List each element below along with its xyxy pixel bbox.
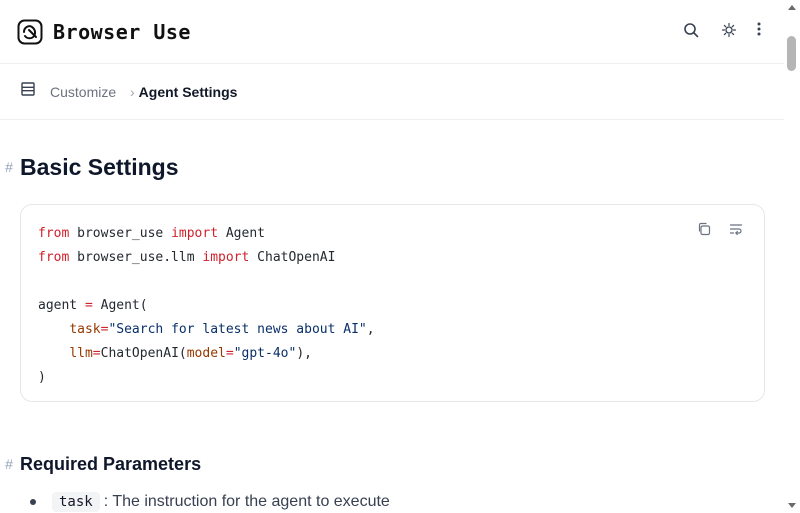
sidebar-menu-button[interactable] xyxy=(20,82,35,101)
top-header: Browser Use xyxy=(0,0,784,64)
breadcrumb-item-customize[interactable]: Customize xyxy=(50,84,130,100)
theme-toggle-icon xyxy=(721,22,736,42)
breadcrumb: Customize › Agent Settings xyxy=(50,81,239,103)
more-options-button[interactable] xyxy=(750,17,768,45)
param-description: : The instruction for the agent to execu… xyxy=(103,493,390,510)
search-icon xyxy=(683,22,699,43)
breadcrumb-separator: › xyxy=(130,84,135,100)
param-name: task xyxy=(52,492,100,512)
search-button[interactable] xyxy=(676,17,706,47)
breadcrumb-item-agent-settings[interactable]: Agent Settings xyxy=(139,84,239,100)
menu-icon xyxy=(20,82,35,101)
code-block: from browser_use import Agent from brows… xyxy=(20,204,765,402)
code-content: from browser_use import Agent from brows… xyxy=(38,226,375,385)
title-anchor-link[interactable]: # xyxy=(0,156,18,178)
copy-icon xyxy=(697,222,711,241)
site-logo[interactable]: Browser Use xyxy=(17,18,194,45)
logo-text: Browser Use xyxy=(53,19,191,44)
theme-toggle-button[interactable] xyxy=(720,22,737,42)
list-item: task : The instruction for the agent to … xyxy=(30,492,390,512)
scrollbar-thumb[interactable] xyxy=(787,36,796,71)
page-title[interactable]: Basic Settings xyxy=(20,152,179,182)
wrap-icon xyxy=(729,222,743,241)
copy-code-button[interactable] xyxy=(692,219,716,243)
browser-use-logo-icon xyxy=(17,19,43,45)
bullet xyxy=(30,499,36,505)
more-vertical-icon xyxy=(757,22,761,41)
vertical-scrollbar[interactable] xyxy=(784,0,800,513)
scroll-down-arrow-icon[interactable] xyxy=(788,503,796,508)
wrap-code-button[interactable] xyxy=(724,219,748,243)
section-anchor-link[interactable]: # xyxy=(0,453,18,475)
section-title[interactable]: Required Parameters xyxy=(20,452,212,476)
scroll-up-arrow-icon[interactable] xyxy=(788,5,796,10)
